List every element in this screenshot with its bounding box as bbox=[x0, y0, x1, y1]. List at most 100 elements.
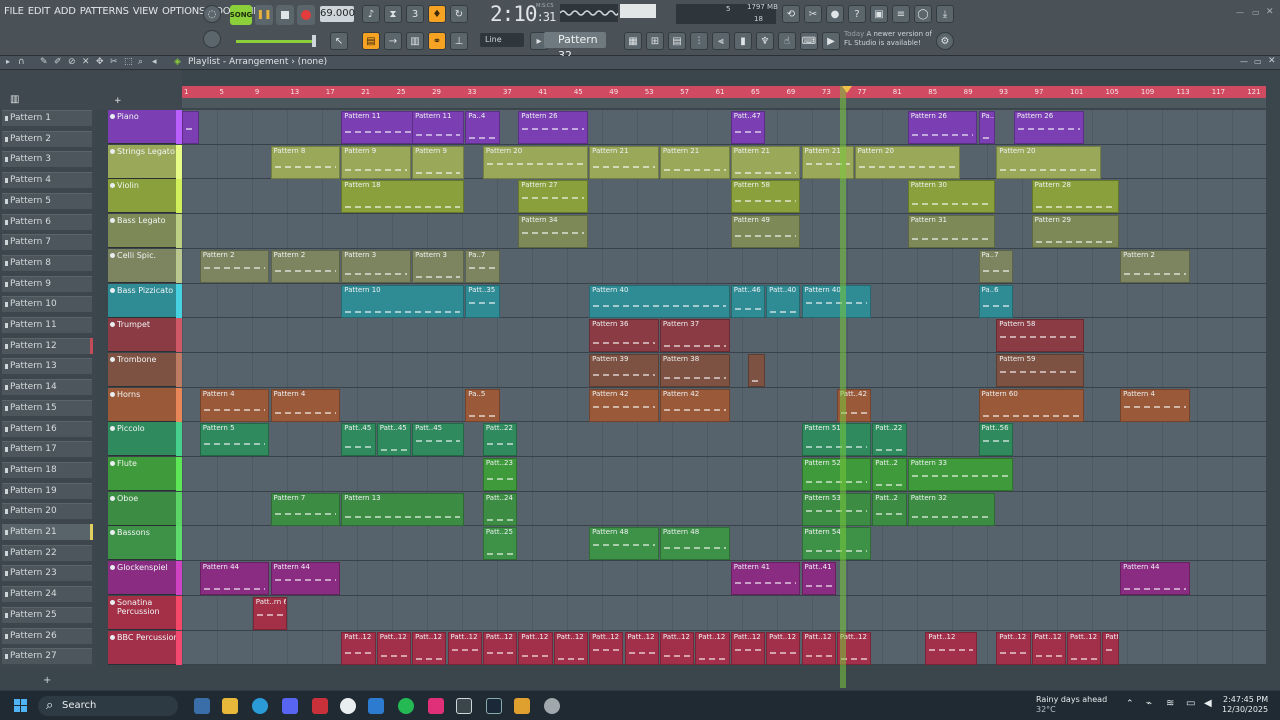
battery-icon[interactable]: ▭ bbox=[1186, 698, 1195, 709]
picker-item[interactable]: Pattern 23 bbox=[2, 565, 92, 582]
browser-icon[interactable]: ⫷ bbox=[712, 32, 730, 50]
edge-icon[interactable] bbox=[252, 698, 268, 714]
pattern-clip[interactable]: Pattern 58 bbox=[730, 180, 801, 214]
song-mode-button[interactable]: SONG bbox=[230, 5, 252, 25]
slider-handle[interactable] bbox=[312, 35, 316, 47]
pattern-clip[interactable]: Patt..12 bbox=[376, 631, 412, 665]
picker-item[interactable]: Pattern 1 bbox=[2, 110, 92, 126]
track-header[interactable]: Sonatina Percussion bbox=[108, 595, 182, 630]
picker-item[interactable]: Pattern 10 bbox=[2, 296, 92, 313]
picker-item[interactable]: Pattern 7 bbox=[2, 234, 92, 251]
pattern-clip[interactable]: Patt..2 bbox=[872, 492, 907, 526]
picker-item[interactable]: Pattern 24 bbox=[2, 586, 92, 603]
pattern-clip[interactable]: Patt..35 bbox=[465, 284, 500, 318]
picker-item[interactable]: Pattern 13 bbox=[2, 358, 92, 375]
pattern-clip[interactable]: Pattern 31 bbox=[907, 215, 996, 249]
pattern-clip[interactable]: Pa..7 bbox=[465, 249, 500, 283]
menu-view[interactable]: VIEW bbox=[133, 6, 158, 17]
mixer-window-icon[interactable]: ⫶ bbox=[690, 32, 708, 50]
pattern-clip[interactable]: Pattern 10 bbox=[341, 284, 465, 318]
pattern-clip[interactable]: Pattern 21 bbox=[730, 145, 801, 179]
pattern-clip[interactable]: Pattern 41 bbox=[730, 562, 801, 596]
picker-menu-icon[interactable]: ▥ bbox=[10, 94, 19, 105]
pattern-clip[interactable]: Pattern 4 bbox=[270, 388, 341, 422]
pattern-clip[interactable]: Patt..12 bbox=[1102, 631, 1120, 665]
touch-icon[interactable]: ☝ bbox=[778, 32, 796, 50]
track-header[interactable]: Violin bbox=[108, 179, 182, 214]
pattern-clip[interactable]: Patt..12 bbox=[730, 631, 766, 665]
update-icon[interactable]: ⚙ bbox=[936, 32, 954, 50]
picker-item[interactable]: Pattern 12 bbox=[2, 337, 92, 354]
track-header[interactable]: Bass Legato bbox=[108, 214, 182, 249]
playback-tool-icon[interactable]: ◂ bbox=[152, 57, 157, 67]
discord-icon[interactable] bbox=[282, 698, 298, 714]
picker-item[interactable]: Pattern 27 bbox=[2, 648, 92, 665]
playlist-arrow-icon[interactable]: ◈ bbox=[174, 57, 181, 67]
pattern-clip[interactable]: Pattern 8 bbox=[270, 145, 341, 179]
menu-patterns[interactable]: PATTERNS bbox=[80, 6, 129, 17]
playlist-minimize-icon[interactable]: — bbox=[1240, 57, 1248, 66]
menu-arrow-icon[interactable]: ▸ bbox=[6, 57, 10, 66]
pattern-clip[interactable]: Pattern 60 bbox=[978, 388, 1084, 422]
record-button[interactable] bbox=[297, 5, 315, 25]
picker-item[interactable]: Pattern 8 bbox=[2, 254, 92, 271]
window-close-icon[interactable]: ✕ bbox=[1266, 7, 1274, 17]
delete-tool-icon[interactable]: ⊘ bbox=[68, 57, 76, 67]
pattern-clip[interactable]: Patt..12 bbox=[695, 631, 730, 665]
picker-item[interactable]: Pattern 4 bbox=[2, 172, 92, 189]
pattern-clip[interactable]: Patt..12 bbox=[801, 631, 836, 665]
pattern-clip[interactable]: Pattern 13 bbox=[341, 492, 465, 526]
pattern-clip[interactable]: Pattern 54 bbox=[801, 527, 872, 561]
pattern-clip[interactable]: Pattern 9 bbox=[341, 145, 412, 179]
pattern-clip[interactable]: Pattern 44 bbox=[1120, 562, 1190, 596]
pattern-clip[interactable]: Pattern 44 bbox=[270, 562, 341, 596]
pattern-clip[interactable]: Pattern 48 bbox=[589, 527, 659, 561]
app2-icon[interactable] bbox=[428, 698, 444, 714]
metronome-icon[interactable]: ♪ bbox=[362, 5, 380, 23]
slice-tool-icon[interactable]: ✂ bbox=[110, 57, 118, 67]
playhead[interactable] bbox=[840, 86, 846, 688]
pattern-clip[interactable]: Pattern 59 bbox=[996, 353, 1084, 387]
track-header[interactable]: Piccolo bbox=[108, 422, 182, 457]
picker-item[interactable]: Pattern 19 bbox=[2, 482, 92, 499]
track-header[interactable]: Celli Spic. bbox=[108, 248, 182, 283]
play-button[interactable]: ❚❚ bbox=[255, 5, 273, 25]
pattern-clip[interactable]: Pa..7 bbox=[978, 249, 1013, 283]
pattern-clip[interactable]: Pattern 20 bbox=[482, 145, 589, 179]
stop-button[interactable] bbox=[276, 5, 294, 25]
undo-icon[interactable]: ⟲ bbox=[782, 5, 800, 23]
pattern-clip[interactable]: Patt..12 bbox=[996, 631, 1031, 665]
window-minimize-icon[interactable]: — bbox=[1236, 8, 1244, 17]
pattern-clip[interactable]: Pattern 42 bbox=[659, 388, 730, 422]
master-pitch-knob[interactable] bbox=[203, 30, 221, 48]
pattern-clip[interactable]: Pattern 2 bbox=[1120, 249, 1190, 283]
track-header[interactable]: Bassons bbox=[108, 526, 182, 561]
picker-item[interactable]: Pattern 2 bbox=[2, 130, 92, 147]
track-header[interactable]: Flute bbox=[108, 457, 182, 491]
playlist-icon[interactable]: ▤ bbox=[362, 32, 380, 50]
pattern-clip[interactable]: Patt..12 bbox=[925, 631, 978, 665]
pattern-clip[interactable]: Patt..23 bbox=[482, 458, 518, 491]
pattern-clip[interactable]: Pattern 4 bbox=[199, 388, 270, 422]
picker-item[interactable]: Pattern 5 bbox=[2, 192, 92, 209]
download-icon[interactable]: ⤓ bbox=[936, 5, 954, 23]
update-notice[interactable]: Today A newer version of FL Studio is av… bbox=[844, 30, 932, 48]
snap-select[interactable]: Line bbox=[480, 33, 524, 47]
arrangement-grid[interactable]: Pattern 11 Pattern 11 Pa..4 Pattern 26 Patt.… bbox=[182, 110, 1266, 665]
pattern-clip[interactable]: Pattern 40 bbox=[801, 284, 872, 318]
pattern-clip[interactable]: Pattern 5 bbox=[199, 423, 270, 457]
track-header[interactable]: Oboe bbox=[108, 491, 182, 526]
ccleaner-icon[interactable] bbox=[340, 698, 356, 714]
pattern-clip[interactable]: Patt..24 bbox=[482, 492, 518, 526]
fl-studio-task-icon[interactable] bbox=[456, 698, 472, 714]
taskbar-clock[interactable]: 2:47:45 PM 12/30/2025 bbox=[1222, 695, 1268, 715]
track-header[interactable]: Glockenspiel bbox=[108, 561, 182, 596]
pattern-clip[interactable]: Pattern 32 bbox=[907, 492, 996, 526]
pattern-clip[interactable]: Pattern 21 bbox=[589, 145, 659, 179]
pattern-clip[interactable]: Pattern 58 bbox=[996, 319, 1084, 353]
picker-item[interactable]: Pattern 11 bbox=[2, 317, 92, 333]
pattern-clip[interactable]: Pattern 51 bbox=[801, 423, 872, 457]
pattern-clip[interactable]: Pattern 4 bbox=[1120, 388, 1190, 422]
tray-chevron-icon[interactable]: ⌃ bbox=[1126, 699, 1134, 709]
project-icon[interactable]: ▮ bbox=[734, 32, 752, 50]
